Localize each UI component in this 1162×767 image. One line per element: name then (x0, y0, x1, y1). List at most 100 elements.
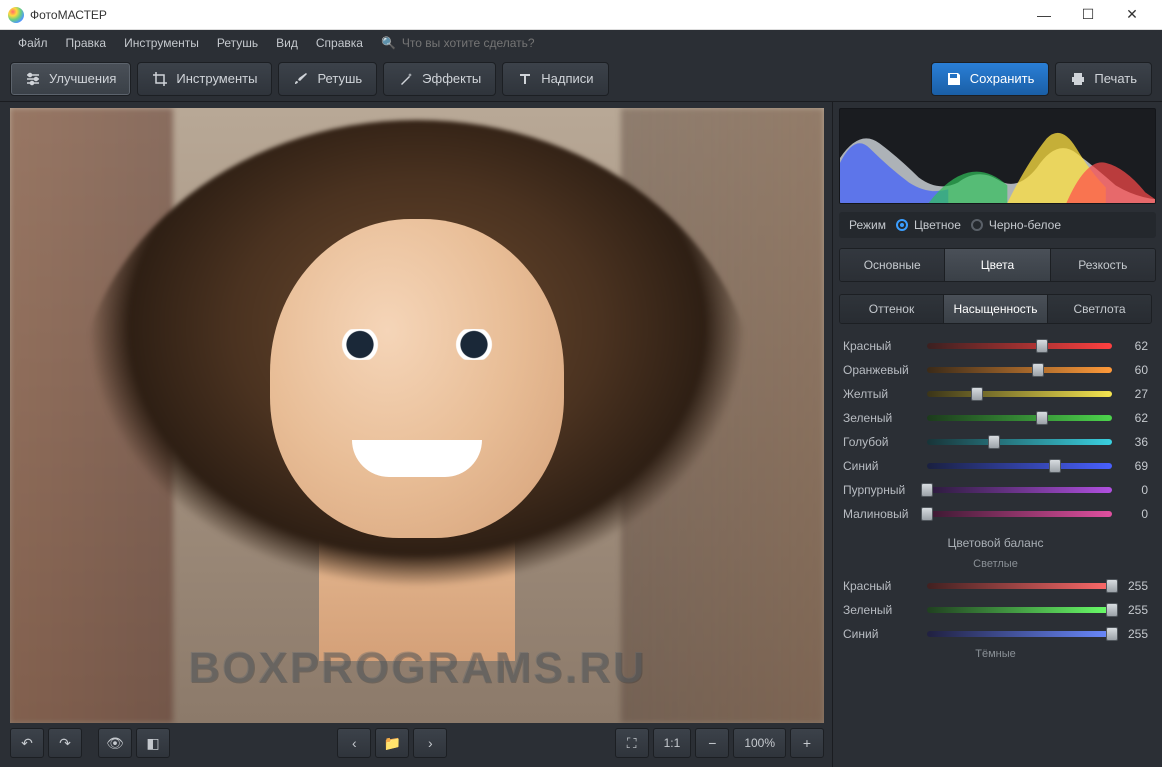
slider-thumb[interactable] (1106, 579, 1118, 593)
slider-thumb[interactable] (1032, 363, 1044, 377)
wand-icon (398, 71, 414, 87)
subtab-luminance[interactable]: Светлота (1048, 295, 1151, 323)
slider-value: 255 (1118, 579, 1148, 593)
redo-button[interactable]: ↷ (48, 728, 82, 758)
slider-track[interactable] (927, 607, 1112, 613)
slider-thumb[interactable] (971, 387, 983, 401)
text-icon (517, 71, 533, 87)
tab-text-label: Надписи (541, 71, 593, 86)
zoom-in-button[interactable]: + (790, 728, 824, 758)
maximize-button[interactable]: ☐ (1066, 1, 1110, 29)
zoom-value[interactable]: 100% (733, 728, 786, 758)
menu-edit[interactable]: Правка (58, 32, 115, 54)
tab-enhance-label: Улучшения (49, 71, 116, 86)
slider-track[interactable] (927, 367, 1112, 373)
menu-view[interactable]: Вид (268, 32, 306, 54)
crop-icon (152, 71, 168, 87)
tab-tools[interactable]: Инструменты (137, 62, 272, 96)
canvas-bottom-bar: ↶ ↷ 👁 ◧ ‹ 📁 › ⛶ 1:1 − 100% (10, 723, 824, 763)
menu-help[interactable]: Справка (308, 32, 371, 54)
slider-label: Пурпурный (843, 483, 921, 497)
slider-track[interactable] (927, 511, 1112, 517)
window-title: ФотоМАСТЕР (30, 8, 1022, 22)
slider-row: Пурпурный 0 (839, 478, 1152, 502)
slider-label: Синий (843, 459, 921, 473)
slider-value: 255 (1118, 603, 1148, 617)
fit-screen-button[interactable]: ⛶ (615, 728, 649, 758)
slider-row: Зеленый 62 (839, 406, 1152, 430)
slider-track[interactable] (927, 631, 1112, 637)
save-label: Сохранить (970, 71, 1035, 86)
slider-label: Зеленый (843, 603, 921, 617)
side-panel: Режим Цветное Черно-белое Основные Цвета… (832, 102, 1162, 767)
tab-tools-label: Инструменты (176, 71, 257, 86)
brush-icon (293, 71, 309, 87)
print-icon (1070, 71, 1086, 87)
zoom-ratio-button[interactable]: 1:1 (653, 728, 692, 758)
slider-thumb[interactable] (1049, 459, 1061, 473)
search-input[interactable] (402, 36, 602, 50)
tab-sharp[interactable]: Резкость (1051, 249, 1155, 281)
tab-basic[interactable]: Основные (840, 249, 945, 281)
slider-track[interactable] (927, 391, 1112, 397)
menu-retouch[interactable]: Ретушь (209, 32, 266, 54)
mode-selector: Режим Цветное Черно-белое (839, 212, 1156, 238)
tab-retouch-label: Ретушь (317, 71, 362, 86)
save-button[interactable]: Сохранить (931, 62, 1050, 96)
image-canvas[interactable]: BOXPROGRAMS.RU (10, 108, 824, 723)
mode-label: Режим (849, 218, 886, 232)
slider-value: 69 (1118, 459, 1148, 473)
slider-row: Желтый 27 (839, 382, 1152, 406)
slider-label: Красный (843, 579, 921, 593)
slider-track[interactable] (927, 439, 1112, 445)
slider-row: Красный 255 (839, 574, 1152, 598)
radio-color[interactable]: Цветное (896, 218, 961, 232)
slider-track[interactable] (927, 463, 1112, 469)
slider-row: Синий 69 (839, 454, 1152, 478)
slider-thumb[interactable] (921, 483, 933, 497)
split-view-button[interactable]: ◧ (136, 728, 170, 758)
window-titlebar: ФотоМАСТЕР — ☐ ✕ (0, 0, 1162, 30)
slider-label: Оранжевый (843, 363, 921, 377)
slider-value: 27 (1118, 387, 1148, 401)
menu-tools[interactable]: Инструменты (116, 32, 207, 54)
slider-track[interactable] (927, 415, 1112, 421)
compare-toggle-button[interactable]: 👁 (98, 728, 132, 758)
radio-bw[interactable]: Черно-белое (971, 218, 1061, 232)
histogram[interactable] (839, 108, 1156, 204)
slider-thumb[interactable] (1106, 603, 1118, 617)
slider-label: Голубой (843, 435, 921, 449)
tab-retouch[interactable]: Ретушь (278, 62, 377, 96)
slider-value: 0 (1118, 483, 1148, 497)
prev-image-button[interactable]: ‹ (337, 728, 371, 758)
slider-label: Зеленый (843, 411, 921, 425)
sliders-icon (25, 71, 41, 87)
slider-track[interactable] (927, 583, 1112, 589)
tab-colors[interactable]: Цвета (945, 249, 1050, 281)
slider-thumb[interactable] (921, 507, 933, 521)
tab-effects[interactable]: Эффекты (383, 62, 496, 96)
menu-bar: Файл Правка Инструменты Ретушь Вид Справ… (0, 30, 1162, 56)
slider-thumb[interactable] (1036, 411, 1048, 425)
slider-value: 0 (1118, 507, 1148, 521)
minimize-button[interactable]: — (1022, 1, 1066, 29)
subtab-saturation[interactable]: Насыщенность (944, 295, 1048, 323)
print-label: Печать (1094, 71, 1137, 86)
browse-button[interactable]: 📁 (375, 728, 409, 758)
next-image-button[interactable]: › (413, 728, 447, 758)
tab-enhance[interactable]: Улучшения (10, 62, 131, 96)
print-button[interactable]: Печать (1055, 62, 1152, 96)
slider-value: 255 (1118, 627, 1148, 641)
slider-thumb[interactable] (1106, 627, 1118, 641)
menu-file[interactable]: Файл (10, 32, 56, 54)
zoom-out-button[interactable]: − (695, 728, 729, 758)
close-button[interactable]: ✕ (1110, 1, 1154, 29)
subtab-hue[interactable]: Оттенок (840, 295, 944, 323)
slider-track[interactable] (927, 343, 1112, 349)
slider-thumb[interactable] (988, 435, 1000, 449)
undo-button[interactable]: ↶ (10, 728, 44, 758)
tab-text[interactable]: Надписи (502, 62, 608, 96)
slider-thumb[interactable] (1036, 339, 1048, 353)
slider-label: Желтый (843, 387, 921, 401)
slider-track[interactable] (927, 487, 1112, 493)
